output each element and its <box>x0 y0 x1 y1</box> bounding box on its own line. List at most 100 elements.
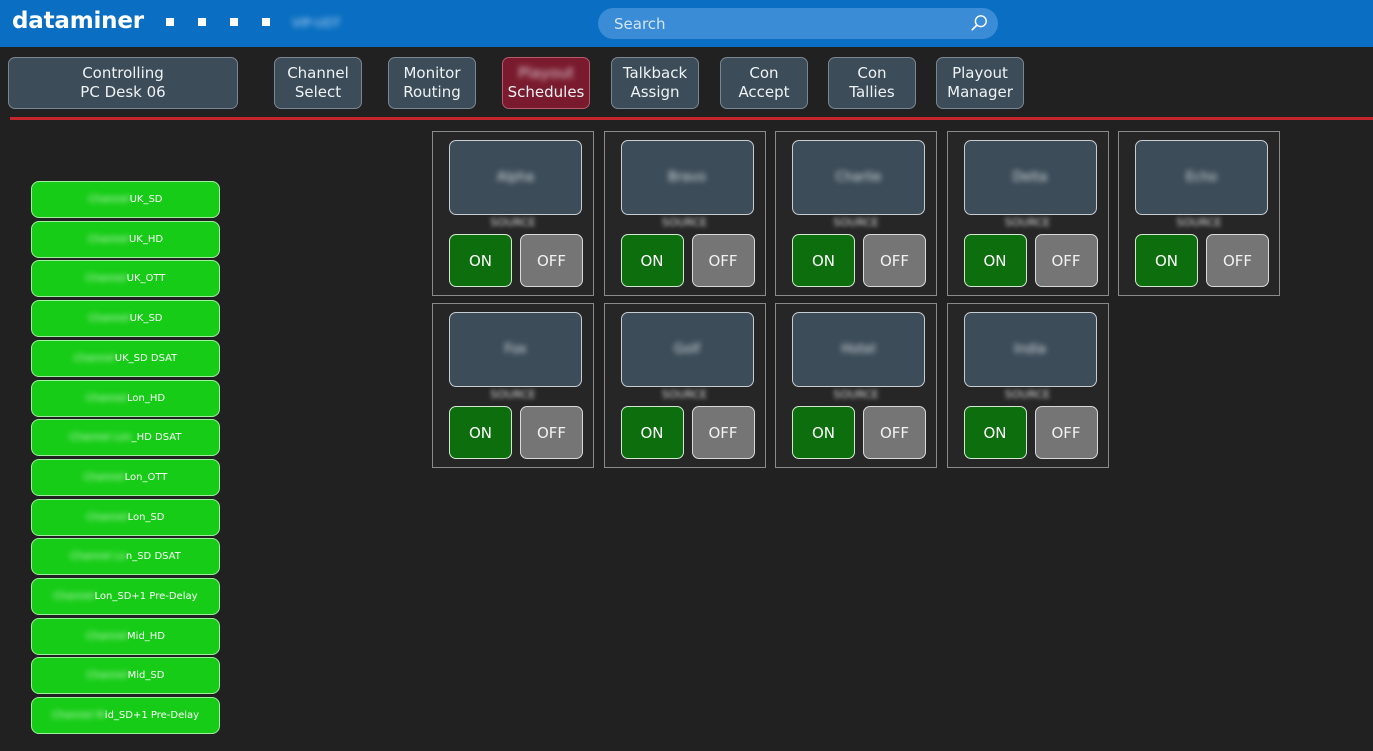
nav-button[interactable]: Con Tallies <box>828 57 916 109</box>
nav-button[interactable]: Channel Select <box>274 57 362 109</box>
on-button[interactable]: ON <box>792 234 855 287</box>
source-select-button[interactable]: Fox <box>449 312 582 387</box>
channel-suffix: UK_OTT <box>126 273 166 285</box>
on-button[interactable]: ON <box>963 234 1027 287</box>
nav-button[interactable]: Controlling PC Desk 06 <box>8 57 238 109</box>
source-select-button[interactable]: Golf <box>620 312 754 387</box>
source-select-button[interactable]: Delta <box>963 140 1097 215</box>
source-name: Fox <box>504 342 527 357</box>
channel-prefix: Channel <box>53 591 95 602</box>
source-name: Delta <box>1012 170 1048 185</box>
source-card: Fox SOURCE ON OFF <box>432 303 594 468</box>
channel-button[interactable]: Channel Mid_SD+1 Pre-Delay <box>31 697 220 735</box>
channel-prefix: Channel <box>88 194 130 205</box>
on-button[interactable]: ON <box>449 234 512 287</box>
on-button[interactable]: ON <box>963 406 1027 459</box>
source-subtitle: SOURCE <box>490 216 536 229</box>
nav-button[interactable]: Talkback Assign <box>611 57 699 109</box>
nav-button-line2: PC Desk 06 <box>80 83 166 101</box>
dot-icon <box>198 18 206 26</box>
source-name: Echo <box>1185 170 1218 185</box>
channel-prefix: Channel <box>73 352 115 364</box>
channel-suffix: id_SD+1 Pre-Delay <box>104 710 200 722</box>
source-subtitle: SOURCE <box>833 216 879 229</box>
nav-button-line1: Playout <box>952 64 1008 82</box>
channel-button[interactable]: Channel Lon_SD+1 Pre-Delay <box>31 578 220 615</box>
channel-button[interactable]: Channel UK_HD <box>31 220 220 258</box>
channel-button[interactable]: Channel Lon_HD <box>31 379 220 417</box>
off-button[interactable]: OFF <box>520 234 583 287</box>
channel-button[interactable]: Channel Mid_SD <box>31 657 220 695</box>
channel-button[interactable]: Channel Lon_SD <box>31 498 220 536</box>
on-button[interactable]: ON <box>449 406 512 459</box>
on-button[interactable]: ON <box>792 406 855 459</box>
off-button[interactable]: OFF <box>691 406 755 459</box>
channel-prefix: Channel M <box>51 710 105 722</box>
channel-button[interactable]: Channel UK_OTT <box>31 260 220 298</box>
channel-prefix: Channel <box>85 392 127 404</box>
search-input[interactable]: Search <box>614 15 666 33</box>
off-button[interactable]: OFF <box>863 234 926 287</box>
channel-button[interactable]: Channel Mid_HD <box>31 617 220 655</box>
channel-prefix: Channel <box>88 313 130 325</box>
channel-suffix: UK_SD DSAT <box>114 352 178 364</box>
source-select-button[interactable]: India <box>963 312 1097 387</box>
off-button[interactable]: OFF <box>1034 234 1098 287</box>
nav-button-line1: Con <box>749 64 779 82</box>
channel-button[interactable]: Channel UK_SD <box>31 181 220 218</box>
search-icon[interactable] <box>970 14 988 32</box>
channel-button[interactable]: Channel UK_SD DSAT <box>31 339 220 377</box>
nav-button-line1: Talkback <box>622 64 688 82</box>
source-subtitle: SOURCE <box>1004 388 1051 401</box>
source-card: Echo SOURCE ON OFF <box>1118 131 1280 296</box>
off-button[interactable]: OFF <box>1034 406 1098 459</box>
on-button[interactable]: ON <box>620 234 684 287</box>
channel-button[interactable]: Channel UK_SD <box>31 300 220 338</box>
source-name: India <box>1014 342 1046 357</box>
off-button[interactable]: OFF <box>863 406 926 459</box>
channel-suffix: _HD DSAT <box>131 432 182 444</box>
source-name: Charlie <box>835 170 882 185</box>
channel-prefix: Channel Lo <box>70 551 126 563</box>
channel-suffix: Lon_SD+1 Pre-Delay <box>94 591 198 602</box>
source-subtitle: SOURCE <box>661 388 708 401</box>
source-select-button[interactable]: Hotel <box>792 312 925 387</box>
source-card: Golf SOURCE ON OFF <box>603 303 766 468</box>
source-subtitle: SOURCE <box>833 388 879 401</box>
channel-suffix: n_SD DSAT <box>125 551 181 563</box>
channel-prefix: Channel <box>85 630 128 642</box>
nav-button-line1: Playout <box>518 64 574 82</box>
on-button[interactable]: ON <box>1135 234 1198 287</box>
nav-button[interactable]: Playout Schedules <box>502 57 590 109</box>
channel-suffix: UK_SD <box>129 194 163 205</box>
nav-button-line1: Con <box>857 64 887 82</box>
nav-button[interactable]: Con Accept <box>720 57 808 109</box>
off-button[interactable]: OFF <box>691 234 755 287</box>
channel-button[interactable]: Channel Lo n_SD DSAT <box>31 538 220 576</box>
off-button[interactable]: OFF <box>520 406 583 459</box>
app-menu-dots[interactable] <box>166 18 270 26</box>
nav-button[interactable]: Monitor Routing <box>388 57 476 109</box>
view-title: VIP-UDT <box>292 16 341 30</box>
top-bar: dataminer VIP-UDT Search <box>0 0 1373 47</box>
source-select-button[interactable]: Bravo <box>620 140 754 215</box>
channel-suffix: Mid_SD <box>127 670 165 682</box>
source-select-button[interactable]: Echo <box>1135 140 1268 215</box>
source-name: Golf <box>673 342 701 357</box>
dot-icon <box>262 18 270 26</box>
nav-button-line2: Select <box>294 83 342 101</box>
search-box[interactable]: Search <box>598 8 998 39</box>
dot-icon <box>166 18 174 26</box>
channel-prefix: Channel <box>86 511 128 523</box>
nav-button[interactable]: Playout Manager <box>936 57 1024 109</box>
source-card: Delta SOURCE ON OFF <box>946 131 1109 296</box>
source-select-button[interactable]: Charlie <box>792 140 925 215</box>
source-subtitle: SOURCE <box>1176 216 1222 229</box>
channel-suffix: Mid_HD <box>127 630 166 642</box>
off-button[interactable]: OFF <box>1206 234 1269 287</box>
channel-button[interactable]: Channel Lon_OTT <box>31 458 220 496</box>
on-button[interactable]: ON <box>620 406 684 459</box>
source-select-button[interactable]: Alpha <box>449 140 582 215</box>
dot-icon <box>230 18 238 26</box>
channel-button[interactable]: Channel Lon _HD DSAT <box>31 419 220 457</box>
